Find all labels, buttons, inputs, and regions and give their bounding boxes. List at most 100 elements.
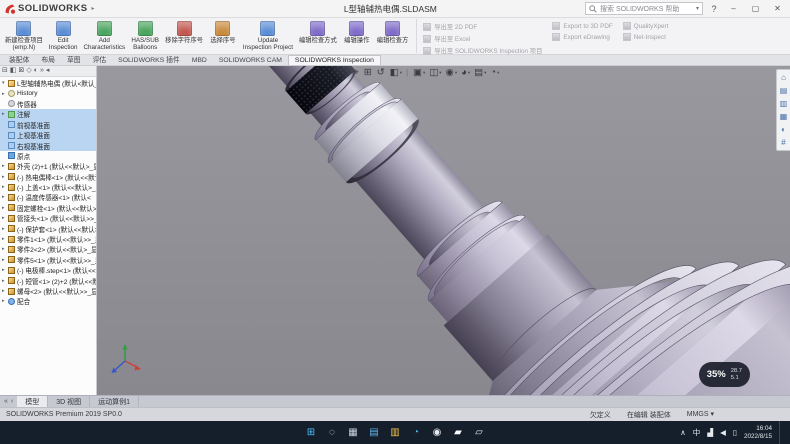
add-characteristics-button[interactable]: Add Characteristics [81,19,129,53]
close-button[interactable]: ✕ [769,1,786,16]
tree-item[interactable]: ▸ (-) 保护套<1> (默认<<默认>_显示状态 [0,223,96,233]
3d-model[interactable] [97,66,790,395]
model-tab[interactable]: 运动算例1 [90,396,139,407]
update-inspection-project-button[interactable]: Update Inspection Project [240,19,296,53]
select-balloons-button[interactable]: 选择序号 [206,19,240,53]
collapse-panel-icon[interactable]: ◂ [46,66,50,76]
command-tab[interactable]: 评估 [87,53,113,65]
export-menu-item[interactable]: Export eDrawing [552,33,612,41]
tree-item[interactable]: ▸ (-) 温度传感器<1> (默认< [0,192,96,202]
tree-item[interactable]: 右视基准面 [0,140,96,150]
hide-show-items-icon[interactable]: ◉▾ [446,67,458,79]
tree-item[interactable]: 前视基准面 [0,120,96,130]
export-menu-item[interactable]: 导出至 Excel [423,34,542,43]
tray-expand-icon[interactable]: ∧ [680,429,686,437]
tree-item[interactable]: ▸ (-) 热电偶棒<1> (默认<<默认>>_显 [0,172,96,182]
status-item[interactable]: MMGS ▾ [687,410,714,420]
tree-item[interactable]: ▸ (-) 短管<1> (2)+2 (默认<<默认> [0,275,96,285]
file-explorer-icon[interactable]: ▥ [780,99,788,108]
displaymanager-tab-icon[interactable]: ◐ [34,66,38,76]
edit-inspection-button[interactable]: Edit Inspection [46,19,81,53]
tree-item[interactable]: 上视基准面 [0,130,96,140]
clock[interactable]: 16:04 2022/8/15 [744,425,772,440]
tree-item[interactable]: 原点 [0,151,96,161]
new-inspection-project-button[interactable]: 新建检查项目 (emp.N) [2,19,46,53]
tree-item[interactable]: ▸ 零件5<1> (默认<<默认>>_显示状 [0,255,96,265]
minimize-button[interactable]: – [725,1,742,16]
tree-item[interactable]: ▸ 零件1<1> (默认<<默认>>_显示状态 [0,234,96,244]
model-tab[interactable]: 模型 [17,396,48,407]
export-menu-item[interactable]: Net-Inspect [623,33,669,41]
task-view-icon[interactable]: ▦ [345,425,361,441]
widgets-icon[interactable]: ▤ [366,425,382,441]
tree-item[interactable]: ▸ 管接头<1> (默认<<默认>>_显 [0,213,96,223]
dimxpert-tab-icon[interactable]: ◇ [26,66,31,76]
tree-item[interactable]: ▸ 配合 [0,296,96,306]
dropdown-caret-icon[interactable]: ▾ [439,67,441,79]
command-tab[interactable]: SOLIDWORKS CAM [213,56,288,65]
model-tab[interactable]: 3D 视图 [48,396,90,407]
command-tab[interactable]: 草图 [61,53,87,65]
tree-item[interactable]: ▸ (-) 上盖<1> (默认<<默认>_显示 [0,182,96,192]
volume-icon[interactable]: ◀ [720,429,726,437]
command-tab[interactable]: 装配体 [3,53,35,65]
apply-scene-icon[interactable]: ▤▾ [474,67,486,79]
tree-item[interactable]: ▸ 螺母<2> (默认<<默认>>_显 [0,286,96,296]
view-orientation-icon[interactable]: ▣▾ [413,67,425,79]
search-input[interactable]: 搜索 SOLIDWORKS 帮助 ▾ [585,2,703,15]
edit-appearance-icon[interactable]: ◕▾ [461,67,470,79]
display-style-icon[interactable]: ◫▾ [429,67,441,79]
configurationmanager-tab-icon[interactable]: ⊠ [19,66,25,76]
command-tab[interactable]: SOLIDWORKS 插件 [112,53,186,65]
solidworks-taskbar-icon[interactable]: ▰ [450,425,466,441]
maximize-button[interactable]: ▢ [747,1,764,16]
command-tab[interactable]: MBD [186,56,213,65]
search-icon[interactable]: ◌ [324,425,340,441]
section-view-icon[interactable]: ◧▾ [390,67,402,79]
featuremanager-tab-icon[interactable]: ⊟ [2,66,8,76]
remove-balloons-button[interactable]: 移除字符序号 [162,19,206,53]
dropdown-caret-icon[interactable]: ▾ [497,67,499,79]
help-button[interactable]: ? [708,4,720,14]
tree-item[interactable]: ▸ 注解 [0,109,96,119]
edit-inspection-button-2[interactable]: 编辑检查方 [374,19,411,53]
view-palette-icon[interactable]: ▦ [780,112,788,121]
solidworks-resources-icon[interactable]: ⌂ [781,73,786,82]
tree-item[interactable]: 传感器 [0,99,96,109]
show-desktop-button[interactable] [779,421,782,444]
export-menu-item[interactable]: QualityXpert [623,22,669,30]
export-menu-item[interactable]: 导出至 SOLIDWORKS Inspection 项目 [423,46,542,55]
export-menu-item[interactable]: 导出至 2D PDF [423,22,542,31]
tree-item[interactable]: ▸ History [0,88,96,98]
hud-separator[interactable]: | [406,67,409,79]
ime-indicator[interactable]: 中 [693,429,701,437]
menu-expand-icon[interactable]: ▸ [91,5,94,12]
dropdown-caret-icon[interactable]: ▾ [400,67,402,79]
tree-item[interactable]: ▾ L型轴辅热电偶 (默认<默认_显示状-1 [0,78,96,88]
tree-item[interactable]: ▸ 固定螺栓<1> (默认<<默认>_显示状 [0,203,96,213]
dropdown-caret-icon[interactable]: ▾ [468,67,470,79]
splitter-icon[interactable]: « [4,398,8,405]
view-settings-icon[interactable]: ◔▾ [490,67,499,79]
balloons-button[interactable]: HAS/SUB Balloons [128,19,162,53]
panel-chevron-icon[interactable]: » [40,66,44,76]
edge-icon[interactable]: ◔ [408,425,424,441]
chrome-icon[interactable]: ◉ [429,425,445,441]
tab-scroll-icon[interactable]: ‹ [11,398,13,405]
previous-view-icon[interactable]: ↺ [377,67,386,79]
network-icon[interactable]: ▟ [707,429,713,437]
battery-icon[interactable]: ▯ [733,429,737,437]
file-explorer-icon[interactable]: ▥ [387,425,403,441]
start-button[interactable]: ⊞ [303,425,319,441]
document-icon[interactable]: ▱ [471,425,487,441]
dropdown-caret-icon[interactable]: ▾ [423,67,425,79]
edit-operation-button[interactable]: 编辑操作 [340,19,374,53]
edit-inspection-method-button[interactable]: 编辑检查方式 [296,19,340,53]
status-item[interactable]: 在编辑 装配体 [627,410,671,420]
dropdown-caret-icon[interactable]: ▾ [484,67,486,79]
export-menu-item[interactable]: Export to 3D PDF [552,22,612,30]
tree-item[interactable]: ▸ 零件2<2> (默认<<默认>_显示状 [0,244,96,254]
graphics-area[interactable]: ⌖⊞↺◧▾|▣▾◫▾◉▾◕▾▤▾◔▾ ⌂▤▥▦◐# 35% 28.7 [97,66,790,395]
propertymanager-tab-icon[interactable]: ◧ [10,66,17,76]
zoom-area-icon[interactable]: ⊞ [364,67,373,79]
